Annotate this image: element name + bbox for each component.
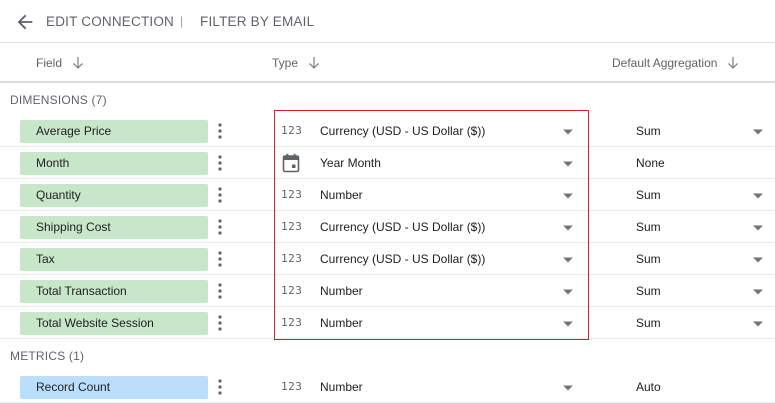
dimensions-heading: DIMENSIONS (7) — [10, 93, 107, 107]
calendar-icon — [282, 153, 300, 173]
field-row: Tax 123 Currency (USD - US Dollar ($)) Sum — [0, 243, 775, 275]
aggregation-value[interactable]: Sum — [636, 188, 661, 202]
aggregation-value[interactable]: Sum — [636, 124, 661, 138]
column-header-type-label: Type — [272, 56, 299, 70]
field-name-chip[interactable]: Total Transaction — [20, 280, 208, 303]
aggregation-value[interactable]: Sum — [636, 252, 661, 266]
caret-down-icon[interactable] — [562, 224, 574, 232]
more-vert-icon[interactable] — [214, 154, 226, 172]
field-type-select[interactable]: Year Month — [320, 156, 381, 170]
caret-down-icon[interactable] — [752, 128, 764, 136]
column-header-aggregation-label: Default Aggregation — [612, 56, 718, 70]
number-type-icon: 123 — [281, 316, 303, 329]
number-type-icon: 123 — [281, 380, 303, 393]
aggregation-value: None — [636, 156, 665, 170]
field-type-select[interactable]: Currency (USD - US Dollar ($)) — [320, 220, 485, 234]
arrow-down-icon — [728, 57, 739, 69]
more-vert-icon[interactable] — [214, 218, 226, 236]
column-header-type[interactable]: Type — [272, 56, 320, 70]
caret-down-icon[interactable] — [562, 256, 574, 264]
field-row: Shipping Cost 123 Currency (USD - US Dolla… — [0, 211, 775, 243]
field-row: Average Price 123 Currency (USD - US Dolla… — [0, 115, 775, 147]
number-type-icon: 123 — [281, 252, 303, 265]
aggregation-value[interactable]: Sum — [636, 220, 661, 234]
caret-down-icon[interactable] — [752, 224, 764, 232]
caret-down-icon[interactable] — [562, 192, 574, 200]
field-type-select[interactable]: Currency (USD - US Dollar ($)) — [320, 124, 485, 138]
column-header-row: Field Type Default Aggregation — [0, 43, 775, 83]
field-name-chip[interactable]: Shipping Cost — [20, 216, 208, 239]
filter-by-email-link[interactable]: FILTER BY EMAIL — [200, 14, 314, 29]
more-vert-icon[interactable] — [214, 122, 226, 140]
field-name-chip[interactable]: Total Website Session — [20, 312, 208, 335]
toolbar: EDIT CONNECTION | FILTER BY EMAIL — [0, 0, 775, 43]
field-name-chip[interactable]: Month — [20, 152, 208, 175]
caret-down-icon[interactable] — [752, 192, 764, 200]
number-type-icon: 123 — [281, 124, 303, 137]
arrow-down-icon — [73, 57, 83, 69]
field-type-select[interactable]: Number — [320, 380, 363, 394]
caret-down-icon[interactable] — [562, 288, 574, 296]
field-row: Quantity 123 Number Sum — [0, 179, 775, 211]
field-row: Month Year Month None — [0, 147, 775, 179]
aggregation-value[interactable]: Sum — [636, 284, 661, 298]
field-row: Record Count 123 Number Auto — [0, 371, 775, 403]
field-type-select[interactable]: Number — [320, 284, 363, 298]
metrics-heading: METRICS (1) — [10, 349, 85, 363]
caret-down-icon[interactable] — [752, 320, 764, 328]
number-type-icon: 123 — [281, 220, 303, 233]
caret-down-icon[interactable] — [752, 288, 764, 296]
more-vert-icon[interactable] — [214, 250, 226, 268]
column-header-field-label: Field — [36, 56, 63, 70]
field-name-chip[interactable]: Record Count — [20, 376, 208, 399]
aggregation-value[interactable]: Sum — [636, 316, 661, 330]
field-type-select[interactable]: Number — [320, 188, 363, 202]
field-name-chip[interactable]: Tax — [20, 248, 208, 271]
caret-down-icon[interactable] — [562, 320, 574, 328]
field-name-chip[interactable]: Average Price — [20, 120, 208, 143]
number-type-icon: 123 — [281, 284, 303, 297]
field-row: Total Transaction 123 Number Sum — [0, 275, 775, 307]
column-header-field[interactable]: Field — [36, 56, 84, 70]
edit-connection-link[interactable]: EDIT CONNECTION — [46, 14, 174, 29]
aggregation-value: Auto — [636, 380, 661, 394]
arrow-back-icon[interactable] — [14, 11, 36, 33]
number-type-icon: 123 — [281, 188, 303, 201]
caret-down-icon[interactable] — [562, 384, 574, 392]
more-vert-icon[interactable] — [214, 378, 226, 396]
more-vert-icon[interactable] — [214, 186, 226, 204]
field-name-chip[interactable]: Quantity — [20, 184, 208, 207]
field-type-select[interactable]: Currency (USD - US Dollar ($)) — [320, 252, 485, 266]
arrow-down-icon — [309, 57, 319, 69]
caret-down-icon[interactable] — [562, 128, 574, 136]
caret-down-icon[interactable] — [562, 160, 574, 168]
column-header-aggregation[interactable]: Default Aggregation — [612, 56, 739, 70]
field-row: Total Website Session 123 Number Sum — [0, 307, 775, 339]
more-vert-icon[interactable] — [214, 314, 226, 332]
field-type-select[interactable]: Number — [320, 316, 363, 330]
toolbar-separator: | — [180, 14, 184, 28]
more-vert-icon[interactable] — [214, 282, 226, 300]
caret-down-icon[interactable] — [752, 256, 764, 264]
